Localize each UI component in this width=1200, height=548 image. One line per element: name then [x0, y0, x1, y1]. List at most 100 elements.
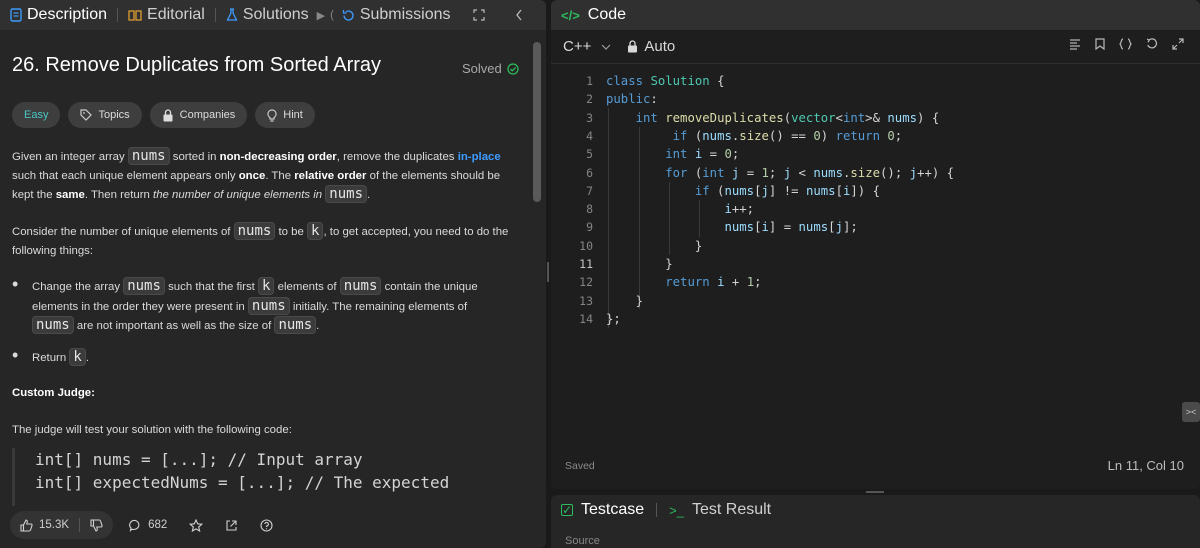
custom-judge-heading: Custom Judge: [12, 387, 95, 399]
solutions-icon [226, 8, 238, 22]
braces-icon[interactable] [1119, 38, 1132, 50]
check-circle-icon [507, 62, 519, 75]
tab-divider [117, 8, 119, 22]
editor-actions [1069, 38, 1184, 50]
tab-test-result[interactable]: Test Result [692, 501, 771, 519]
language-label: C++ [563, 38, 592, 55]
solved-label: Solved [462, 61, 502, 76]
tab-divider [214, 8, 216, 22]
comments-button[interactable]: 682 [123, 511, 173, 539]
vote-group: 15.3K [10, 511, 114, 539]
bullet-dot: • [12, 345, 19, 365]
thumbs-down-icon[interactable] [90, 518, 103, 532]
bulb-icon [267, 108, 277, 122]
tab-testcase[interactable]: Testcase [581, 501, 644, 519]
code-text: int i = 0; [665, 147, 740, 162]
reset-icon[interactable] [1146, 38, 1158, 50]
favorite-button[interactable] [183, 511, 209, 539]
code-editor[interactable]: 1 class Solution { 2 public: 3 int removeD… [551, 72, 1200, 372]
code-text: for (int j = 1; j < nums.size(); j++) { [665, 165, 955, 180]
text-span: are not important as well as the size of [76, 320, 272, 332]
line-number: 3 [586, 110, 593, 125]
bold-text: once [238, 169, 266, 182]
inline-code: nums [325, 185, 367, 203]
italic-text: the number of unique elements in [153, 189, 323, 201]
tab-solutions-label: Solutions [242, 6, 309, 23]
description-paragraph-2: Consider the number of unique elements o… [12, 222, 512, 260]
code-text: i++; [724, 202, 755, 217]
chevron-left-icon[interactable] [515, 9, 523, 21]
description-panel: Description Editorial Solutions ▶ ( Subm… [0, 0, 546, 548]
judge-code-block: int[] nums = [...]; // Input array int[] … [12, 448, 522, 506]
inline-code: k [258, 277, 275, 295]
text-span: Given an integer array [12, 151, 125, 163]
text-span: initially. The remaining elements of [292, 300, 468, 313]
tab-history[interactable]: ▶ ( [313, 0, 338, 30]
bold-text: non-decreasing order [219, 151, 337, 163]
share-button[interactable] [219, 511, 244, 539]
fullscreen-icon[interactable] [1172, 38, 1184, 50]
tab-solutions[interactable]: Solutions [222, 0, 313, 30]
panel-resize-handle[interactable] [547, 262, 549, 282]
inline-code: k [307, 222, 324, 240]
line-number: 4 [586, 128, 593, 143]
tab-description[interactable]: Description [6, 0, 111, 30]
like-button[interactable]: 15.3K [20, 511, 69, 539]
description-paragraph-1: Given an integer array nums sorted in no… [12, 147, 512, 205]
tab-editorial[interactable]: Editorial [124, 0, 209, 30]
text-span: such that the first [168, 281, 255, 293]
expand-icon[interactable] [472, 9, 485, 21]
vote-divider [79, 518, 81, 532]
panel-resize-handle[interactable] [866, 491, 884, 493]
chevron-down-icon [601, 44, 611, 50]
thumbs-up-icon [20, 518, 33, 532]
side-panel-toggle-icon[interactable]: >< [1182, 402, 1200, 422]
inline-code: nums [233, 222, 276, 240]
line-number: 14 [579, 311, 593, 326]
auto-mode-label: Auto [644, 38, 676, 55]
submissions-icon [342, 9, 355, 22]
tab-code[interactable]: Code [588, 6, 626, 24]
judge-text: The judge will test your solution with t… [12, 424, 292, 436]
text-span: sorted in [172, 151, 217, 163]
cursor-position: Ln 11, Col 10 [1107, 458, 1184, 473]
inline-code: nums [339, 277, 382, 295]
line-number: 13 [579, 293, 593, 308]
auto-mode-toggle[interactable]: Auto [627, 38, 675, 55]
left-tab-bar: Description Editorial Solutions ▶ ( Subm… [0, 0, 546, 30]
line-number: 1 [586, 74, 593, 88]
tab-submissions-label: Submissions [359, 6, 451, 23]
in-place-link[interactable]: in-place [458, 151, 501, 163]
line-number: 5 [586, 147, 593, 162]
companies-button[interactable]: Companies [149, 102, 248, 128]
solved-status: Solved [462, 61, 519, 76]
description-scrollbar[interactable] [532, 42, 542, 462]
scrollbar-thumb[interactable] [533, 42, 541, 202]
judge-code-line: int[] nums = [...]; // Input array [35, 450, 363, 469]
bookmark-icon[interactable] [1095, 38, 1105, 50]
description-icon [10, 8, 22, 22]
hint-button[interactable]: Hint [255, 102, 315, 128]
bullet-dot: • [12, 274, 19, 294]
text-span: . [85, 352, 89, 364]
star-icon [189, 518, 204, 532]
tab-submissions[interactable]: Submissions [338, 0, 455, 30]
save-status: Saved [565, 460, 595, 472]
text-span: . Then return [84, 189, 150, 201]
text-span: . [367, 189, 371, 201]
tab-history-label: ( [330, 9, 334, 21]
text-span: . The [265, 169, 292, 182]
line-number: 9 [586, 220, 593, 235]
text-span: Change the array [32, 281, 121, 293]
line-number: 2 [586, 92, 593, 107]
description-footer: 15.3K 682 [0, 506, 546, 544]
language-select[interactable]: C++ [563, 38, 611, 55]
text-span: , remove the duplicates [336, 151, 455, 163]
help-button[interactable] [254, 511, 279, 539]
format-icon[interactable] [1069, 38, 1081, 50]
topics-button[interactable]: Topics [68, 102, 142, 128]
test-tab-bar: ✓ Testcase >_ Test Result [551, 495, 1200, 525]
tab-editorial-label: Editorial [147, 6, 205, 23]
line-number: 11 [579, 257, 593, 271]
code-text: int removeDuplicates(vector<int>& nums) … [635, 110, 940, 125]
